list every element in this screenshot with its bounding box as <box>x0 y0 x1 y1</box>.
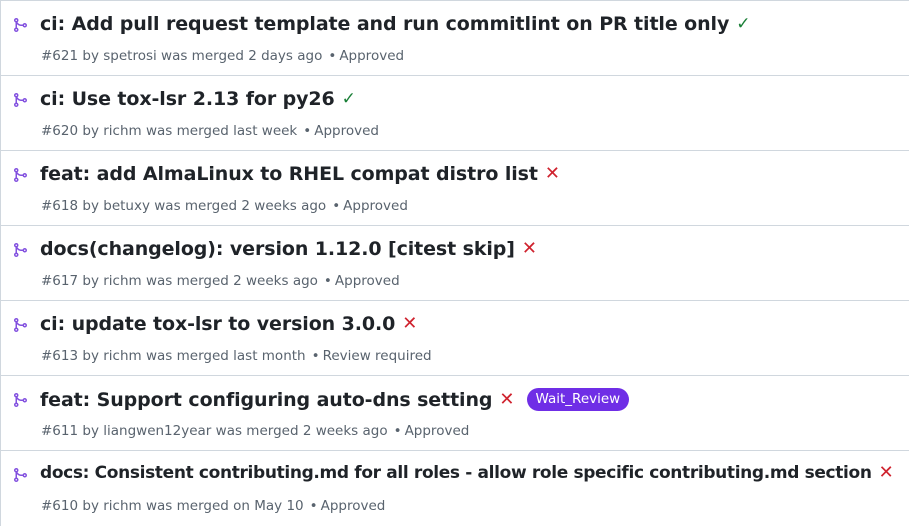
check-icon[interactable]: ✓ <box>736 15 750 33</box>
merged-time: last month <box>233 348 306 364</box>
separator: • <box>332 198 341 214</box>
review-status-link[interactable]: Approved <box>343 198 408 214</box>
pull-request-title-link[interactable]: docs(changelog): version 1.12.0 [citest … <box>40 238 515 260</box>
git-merge-icon <box>12 167 28 183</box>
x-icon[interactable]: ✕ <box>545 165 560 183</box>
pull-request-title-link[interactable]: feat: add AlmaLinux to RHEL compat distr… <box>40 163 538 185</box>
merged-time: 2 days ago <box>248 48 323 64</box>
pull-request-meta: #621 by spetrosi was merged 2 days ago • A… <box>41 48 404 64</box>
pull-request-row: docs: Consistent contributing.md for all… <box>1 451 909 526</box>
pull-request-list: ci: Add pull request template and run co… <box>0 0 909 526</box>
pull-request-meta: #613 by richm was merged last month • Revi… <box>41 348 432 364</box>
pull-request-row: ci: Use tox-lsr 2.13 for py26 ✓ #620 by … <box>1 76 909 151</box>
merged-text: was merged <box>215 423 299 439</box>
by-text: by <box>82 123 99 139</box>
x-icon[interactable]: ✕ <box>402 315 417 333</box>
git-merge-icon <box>12 17 28 33</box>
separator: • <box>328 48 337 64</box>
pull-request-title-link[interactable]: ci: Add pull request template and run co… <box>40 13 729 35</box>
author-link[interactable]: richm <box>103 273 141 289</box>
merged-time: last week <box>233 123 298 139</box>
merged-text: was merged <box>145 348 229 364</box>
x-icon[interactable]: ✕ <box>522 240 537 258</box>
check-icon[interactable]: ✓ <box>342 90 356 108</box>
merged-time: on May 10 <box>233 498 304 514</box>
by-text: by <box>82 48 99 64</box>
pull-request-row: ci: update tox-lsr to version 3.0.0 ✕ #6… <box>1 301 909 376</box>
pull-request-title-link[interactable]: ci: update tox-lsr to version 3.0.0 <box>40 313 395 335</box>
merged-time: 2 weeks ago <box>233 273 318 289</box>
git-merge-icon <box>12 242 28 258</box>
by-text: by <box>82 423 99 439</box>
git-merge-icon <box>12 467 28 483</box>
author-link[interactable]: spetrosi <box>103 48 157 64</box>
review-status-link[interactable]: Approved <box>314 123 379 139</box>
pull-request-number: #611 <box>41 423 79 439</box>
pull-request-number: #610 <box>41 498 79 514</box>
separator: • <box>393 423 402 439</box>
pull-request-row: docs(changelog): version 1.12.0 [citest … <box>1 226 909 301</box>
pull-request-number: #618 <box>41 198 79 214</box>
by-text: by <box>82 348 99 364</box>
git-merge-icon <box>12 392 28 408</box>
author-link[interactable]: richm <box>103 498 141 514</box>
pull-request-title-link[interactable]: ci: Use tox-lsr 2.13 for py26 <box>40 88 335 110</box>
pull-request-row: feat: add AlmaLinux to RHEL compat distr… <box>1 151 909 226</box>
merged-text: was merged <box>145 498 229 514</box>
by-text: by <box>82 273 99 289</box>
pull-request-number: #613 <box>41 348 79 364</box>
by-text: by <box>82 498 99 514</box>
review-status-link[interactable]: Approved <box>405 423 470 439</box>
review-status-link[interactable]: Review required <box>323 348 432 364</box>
author-link[interactable]: richm <box>103 123 141 139</box>
pull-request-meta: #618 by betuxy was merged 2 weeks ago • Ap… <box>41 198 408 214</box>
separator: • <box>323 273 332 289</box>
pull-request-number: #617 <box>41 273 79 289</box>
by-text: by <box>82 198 99 214</box>
separator: • <box>311 348 320 364</box>
author-link[interactable]: liangwen12year <box>103 423 211 439</box>
merged-time: 2 weeks ago <box>302 423 388 439</box>
merged-text: was merged <box>145 123 229 139</box>
review-status-link[interactable]: Approved <box>339 48 404 64</box>
x-icon[interactable]: ✕ <box>499 390 514 409</box>
author-link[interactable]: betuxy <box>103 198 150 214</box>
git-merge-icon <box>12 92 28 108</box>
pull-request-meta: #617 by richm was merged 2 weeks ago • App… <box>41 273 400 289</box>
merged-text: was merged <box>154 198 238 214</box>
merged-text: was merged <box>145 273 229 289</box>
review-status-link[interactable]: Approved <box>321 498 386 514</box>
pull-request-meta: #620 by richm was merged last week • Appro… <box>41 123 379 139</box>
pull-request-title-link[interactable]: docs: Consistent contributing.md for all… <box>40 463 872 483</box>
pull-request-meta: #611 by liangwen12year was merged 2 week… <box>41 423 469 439</box>
pull-request-row: ci: Add pull request template and run co… <box>1 1 909 76</box>
pull-request-meta: #610 by richm was merged on May 10 • Appro… <box>41 498 385 514</box>
review-status-link[interactable]: Approved <box>335 273 400 289</box>
pull-request-number: #621 <box>41 48 79 64</box>
separator: • <box>303 123 312 139</box>
pull-request-title-link[interactable]: feat: Support configuring auto-dns setti… <box>40 389 493 411</box>
author-link[interactable]: richm <box>103 348 141 364</box>
separator: • <box>309 498 318 514</box>
x-icon[interactable]: ✕ <box>879 464 894 482</box>
pull-request-number: #620 <box>41 123 79 139</box>
merged-time: 2 weeks ago <box>241 198 327 214</box>
label-wait-review[interactable]: Wait_Review <box>526 388 630 411</box>
pull-request-row: feat: Support configuring auto-dns setti… <box>1 376 909 451</box>
merged-text: was merged <box>161 48 244 64</box>
git-merge-icon <box>12 317 28 333</box>
